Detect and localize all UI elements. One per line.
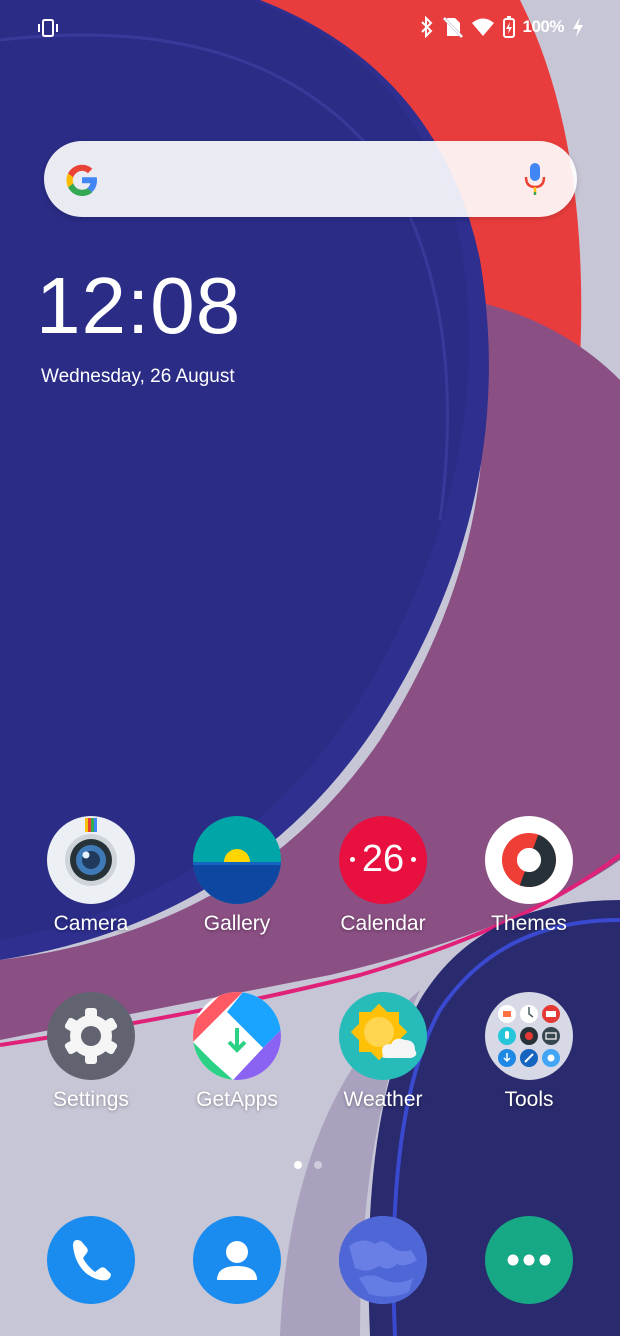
app-label: Weather <box>343 1088 423 1111</box>
google-logo-icon <box>66 164 97 196</box>
app-label: Gallery <box>203 912 271 935</box>
contacts-icon <box>193 1216 281 1304</box>
page-dot[interactable] <box>314 1161 322 1169</box>
tools-folder-icon <box>485 992 573 1080</box>
microphone-icon[interactable] <box>523 161 547 197</box>
wifi-icon <box>471 18 494 36</box>
battery-percent: 100% <box>522 17 565 36</box>
no-sim-icon <box>442 16 463 38</box>
weather-sun-cloud-icon <box>339 992 427 1080</box>
dock-contacts[interactable] <box>164 1216 310 1304</box>
app-calendar[interactable]: 26 Calendar <box>310 816 456 936</box>
camera-icon <box>47 816 135 904</box>
getapps-icon <box>193 992 281 1080</box>
clock-time[interactable]: 12:08 <box>36 266 241 346</box>
app-getapps[interactable]: GetApps <box>164 992 310 1112</box>
settings-gear-icon <box>47 992 135 1080</box>
clock-date[interactable]: Wednesday, 26 August <box>41 366 235 388</box>
app-label: Themes <box>491 912 567 935</box>
app-label: Tools <box>504 1088 554 1111</box>
app-label: Camera <box>53 912 129 935</box>
browser-globe-icon <box>339 1216 427 1304</box>
calendar-icon: 26 <box>339 816 427 904</box>
app-label: GetApps <box>196 1088 278 1111</box>
page-dot-active[interactable] <box>294 1161 302 1169</box>
battery-icon <box>502 16 515 38</box>
vibrate-icon <box>38 19 58 37</box>
dock-browser[interactable] <box>310 1216 456 1304</box>
app-settings[interactable]: Settings <box>18 992 164 1112</box>
themes-icon <box>485 816 573 904</box>
charging-icon <box>573 17 583 37</box>
app-weather[interactable]: Weather <box>310 992 456 1112</box>
dock-phone[interactable] <box>18 1216 164 1304</box>
phone-icon <box>47 1216 135 1304</box>
app-label: Settings <box>53 1088 129 1111</box>
app-gallery[interactable]: Gallery <box>164 816 310 936</box>
app-themes[interactable]: Themes <box>456 816 602 936</box>
gallery-icon <box>193 816 281 904</box>
app-label: Calendar <box>340 912 426 935</box>
bluetooth-icon <box>420 16 432 38</box>
messages-more-icon <box>485 1216 573 1304</box>
dock-messages[interactable] <box>456 1216 602 1304</box>
app-camera[interactable]: Camera <box>18 816 164 936</box>
status-bar: 100% <box>0 0 620 58</box>
google-search-bar[interactable] <box>44 141 577 217</box>
app-folder-tools[interactable]: Tools <box>456 992 602 1112</box>
page-indicator <box>294 1161 322 1169</box>
